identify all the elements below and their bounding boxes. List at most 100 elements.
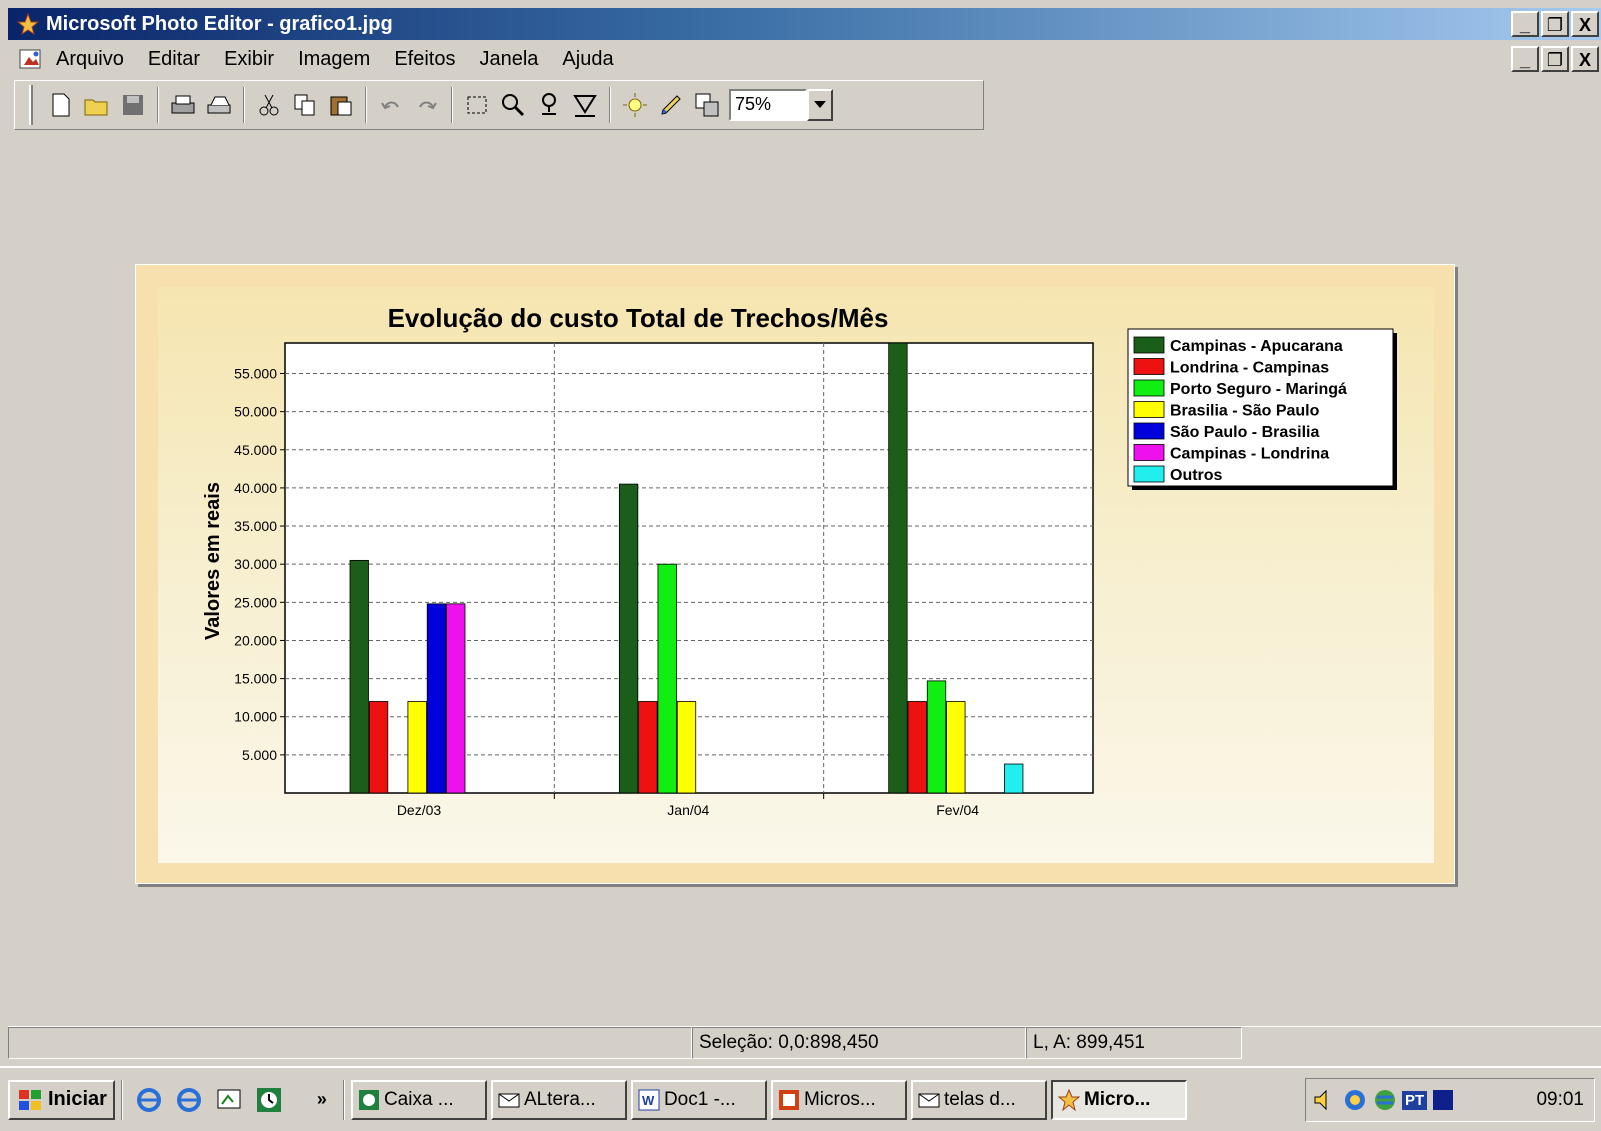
cut-icon[interactable] — [253, 88, 285, 122]
task-photo-editor[interactable]: Micro... — [1050, 1079, 1187, 1120]
menu-janela[interactable]: Janela — [479, 48, 538, 71]
menu-bar: Arquivo Editar Exibir Imagem Efeitos Jan… — [8, 42, 1601, 76]
globe-icon[interactable] — [1372, 1087, 1398, 1113]
undo-icon[interactable] — [375, 88, 407, 122]
redo-icon[interactable] — [411, 88, 443, 122]
bar — [446, 603, 466, 794]
task-telas[interactable]: telas d... — [910, 1079, 1047, 1120]
bar — [349, 559, 369, 794]
menu-exibir[interactable]: Exibir — [224, 48, 274, 71]
menu-imagem[interactable]: Imagem — [298, 48, 370, 71]
y-axis: 5.000 10.000 15.000 20.000 25.000 30.000 35.00… — [234, 366, 285, 763]
outlook-icon — [358, 1089, 379, 1110]
select-icon[interactable] — [461, 88, 493, 122]
zoom-value[interactable]: 75% — [729, 89, 807, 121]
bar — [946, 701, 966, 794]
new-icon[interactable] — [45, 88, 77, 122]
properties-icon[interactable] — [691, 88, 723, 122]
task-caixa[interactable]: Caixa ... — [350, 1079, 487, 1120]
document-icon[interactable] — [18, 47, 44, 71]
task-altera[interactable]: ALtera... — [490, 1079, 627, 1120]
image-canvas[interactable]: Evolução do custo Total de Trechos/Mês V… — [8, 134, 1601, 1024]
legend-label: Porto Seguro - Maringá — [1170, 381, 1347, 398]
bar — [426, 603, 447, 794]
legend-swatch — [1133, 444, 1165, 461]
ie-icon[interactable] — [134, 1085, 164, 1115]
bar — [368, 701, 389, 794]
ie-icon-2[interactable] — [174, 1085, 204, 1115]
zoom-dropdown-button[interactable] — [807, 89, 833, 121]
zoom-combobox[interactable]: 75% — [729, 89, 833, 121]
mail-icon — [498, 1093, 520, 1107]
doc-minimize-button[interactable]: _ — [1511, 46, 1539, 72]
chart-image: Evolução do custo Total de Trechos/Mês V… — [158, 287, 1434, 863]
menu-editar[interactable]: Editar — [148, 48, 200, 71]
bar — [407, 701, 427, 794]
paste-icon[interactable] — [325, 88, 357, 122]
mail-icon-2 — [918, 1093, 940, 1107]
window-title: Microsoft Photo Editor - grafico1.jpg — [46, 12, 393, 35]
legend-label: São Paulo - Brasilia — [1170, 424, 1319, 441]
ytick-label: 25.000 — [234, 594, 277, 610]
xtick-label: Fev/04 — [936, 802, 979, 818]
zoom-icon[interactable] — [497, 88, 529, 122]
network-icon[interactable] — [1342, 1087, 1368, 1113]
toolbar: 75% — [14, 80, 984, 130]
save-icon[interactable] — [117, 88, 149, 122]
bar-chart: Evolução do custo Total de Trechos/Mês V… — [202, 303, 1397, 818]
legend-label: Brasilia - São Paulo — [1170, 403, 1320, 420]
restore-button[interactable]: ❐ — [1541, 11, 1569, 37]
close-button[interactable]: X — [1571, 11, 1599, 37]
menu-ajuda[interactable]: Ajuda — [562, 48, 613, 71]
legend-label: Outros — [1170, 467, 1223, 484]
toolbar-grip[interactable] — [29, 85, 33, 125]
display-icon[interactable] — [1431, 1088, 1455, 1112]
title-bar: Microsoft Photo Editor - grafico1.jpg _ … — [8, 8, 1601, 40]
status-bar: Seleção: 0,0:898,450 L, A: 899,451 — [8, 1026, 1601, 1062]
bar — [638, 701, 658, 794]
ytick-label: 20.000 — [234, 632, 277, 648]
paint-icon[interactable] — [569, 88, 601, 122]
windows-logo-icon — [19, 1089, 41, 1110]
chevron-down-icon — [814, 101, 826, 108]
legend-label: Campinas - Apucarana — [1170, 338, 1343, 355]
ytick-label: 5.000 — [242, 747, 277, 763]
volume-icon[interactable] — [1312, 1087, 1338, 1113]
menu-efeitos[interactable]: Efeitos — [394, 48, 455, 71]
ytick-label: 30.000 — [234, 556, 277, 572]
bar — [907, 701, 927, 794]
language-indicator[interactable]: PT — [1402, 1090, 1428, 1110]
copy-icon[interactable] — [289, 88, 321, 122]
bar — [618, 483, 639, 794]
legend-swatch — [1133, 379, 1165, 397]
ytick-label: 35.000 — [234, 518, 277, 534]
status-size: L, A: 899,451 — [1026, 1027, 1242, 1059]
print-icon[interactable] — [167, 88, 199, 122]
scan-icon[interactable] — [203, 88, 235, 122]
smudge-icon[interactable] — [533, 88, 565, 122]
photo-editor-task-icon — [1057, 1088, 1080, 1111]
chart-ylabel: Valores em reais — [202, 482, 224, 640]
ytick-label: 15.000 — [234, 671, 277, 687]
legend-label: Campinas - Londrina — [1170, 446, 1329, 463]
chart-title: Evolução do custo Total de Trechos/Mês — [388, 303, 889, 333]
task-doc1[interactable]: W Doc1 -... — [630, 1079, 767, 1120]
quicklaunch-chevron[interactable]: » — [317, 1089, 327, 1110]
doc-close-button[interactable]: X — [1571, 46, 1599, 72]
clock-icon[interactable] — [254, 1085, 284, 1115]
minimize-button[interactable]: _ — [1511, 11, 1539, 37]
svg-text:W: W — [642, 1093, 655, 1108]
ytick-label: 10.000 — [234, 709, 277, 725]
photo-editor-icon — [16, 12, 40, 36]
doc-restore-button[interactable]: ❐ — [1541, 46, 1569, 72]
start-button[interactable]: Iniciar — [8, 1079, 115, 1120]
powerpoint-icon — [778, 1089, 799, 1110]
legend-swatch — [1133, 401, 1165, 418]
open-icon[interactable] — [81, 88, 113, 122]
menu-arquivo[interactable]: Arquivo — [56, 48, 124, 71]
color-icon[interactable] — [655, 88, 687, 122]
desktop-icon[interactable] — [214, 1085, 244, 1115]
x-axis: Dez/03 Jan/04 Fev/04 — [397, 793, 979, 818]
balance-icon[interactable] — [619, 88, 651, 122]
task-micros-ppt[interactable]: Micros... — [770, 1079, 907, 1120]
